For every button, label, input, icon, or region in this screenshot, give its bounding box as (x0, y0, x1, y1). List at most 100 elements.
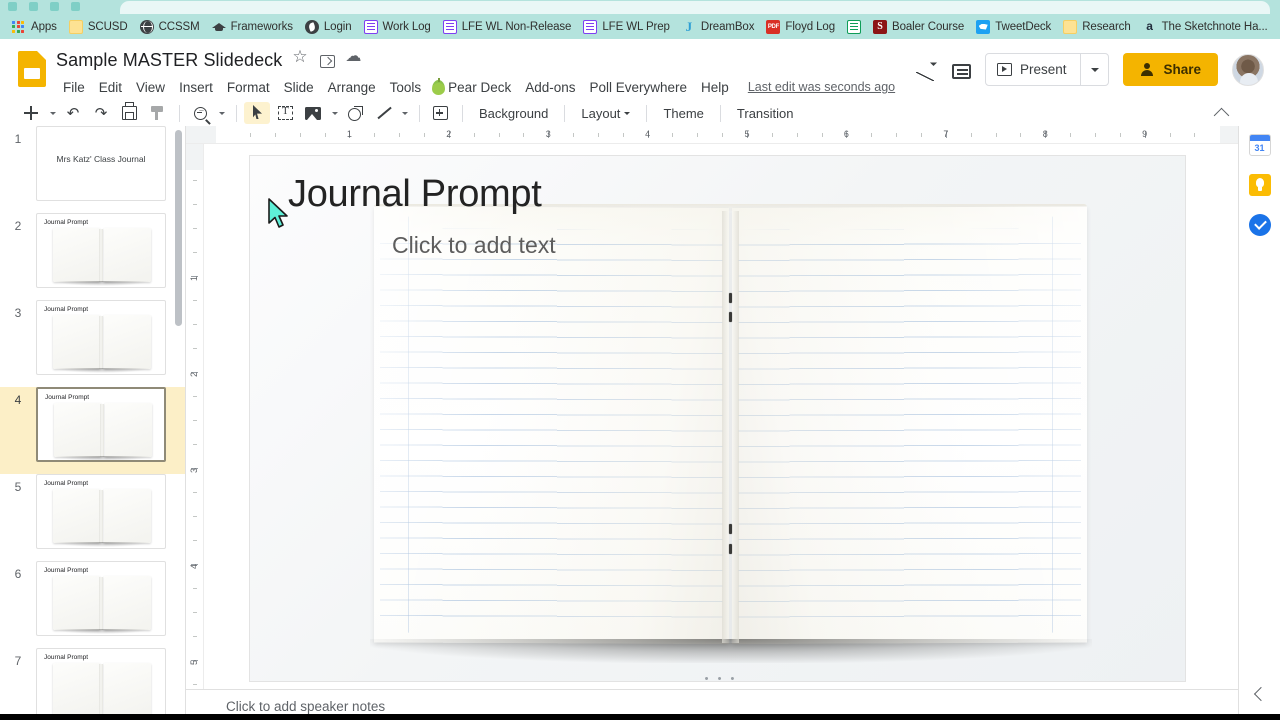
slide-body-placeholder[interactable]: Click to add text (392, 232, 556, 259)
slide-thumbnail[interactable]: Journal Prompt (36, 561, 166, 636)
browser-nav-icons (8, 2, 116, 14)
select-cursor-icon[interactable] (244, 102, 270, 124)
present-dropdown-caret-icon[interactable] (1080, 54, 1108, 85)
menu-insert[interactable]: Insert (172, 77, 220, 98)
bookmarks-overflow-icon[interactable]: » (1274, 19, 1280, 35)
menu-add-ons[interactable]: Add-ons (518, 77, 582, 98)
menu-format[interactable]: Format (220, 77, 277, 98)
menu-poll-everywhere[interactable]: Poll Everywhere (583, 77, 695, 98)
bookmark-dreambox[interactable]: J DreamBox (676, 18, 761, 36)
slide-thumbnail[interactable]: Journal Prompt (36, 213, 166, 288)
slide-title-placeholder[interactable]: Journal Prompt (288, 173, 542, 216)
bookmark-work-log[interactable]: Work Log (358, 18, 437, 36)
filmstrip-slide-1[interactable]: 1 Mrs Katz' Class Journal (0, 126, 185, 213)
menu-view[interactable]: View (129, 77, 172, 98)
last-edit-status[interactable]: Last edit was seconds ago (748, 80, 895, 94)
line-icon[interactable] (370, 102, 396, 124)
bookmark-apps[interactable]: Apps (6, 18, 63, 36)
horizontal-ruler[interactable]: 1 2 3 4 5 6 7 8 9 (186, 126, 1238, 144)
bookmark-scusd[interactable]: SCUSD (63, 18, 134, 36)
bookmark-lfe-wl-prep[interactable]: LFE WL Prep (577, 18, 676, 36)
forward-icon[interactable] (29, 2, 38, 11)
google-tasks-icon[interactable] (1248, 214, 1271, 236)
transition-button[interactable]: Transition (728, 103, 803, 124)
slide-canvas-area[interactable]: Journal Prompt Click to add text • • • (204, 144, 1238, 689)
bookmark-tweetdeck[interactable]: TweetDeck (970, 18, 1057, 36)
cloud-saved-icon[interactable] (345, 46, 363, 69)
slide-thumbnail[interactable]: Journal Prompt (36, 648, 166, 720)
filmstrip-slide-2[interactable]: 2 Journal Prompt (0, 213, 185, 300)
bookmark-lfe-wl-non-release[interactable]: LFE WL Non-Release (437, 18, 578, 36)
share-label: Share (1163, 62, 1201, 77)
filmstrip-slide-3[interactable]: 3 Journal Prompt (0, 300, 185, 387)
speaker-notes-placeholder[interactable]: Click to add speaker notes (226, 699, 385, 714)
print-icon[interactable] (116, 102, 142, 124)
menu-edit[interactable]: Edit (92, 77, 129, 98)
expand-side-panel-icon[interactable] (1249, 684, 1271, 706)
thumb-right-page (105, 403, 152, 457)
google-calendar-icon[interactable]: 31 (1248, 134, 1271, 156)
filmstrip-slide-4[interactable]: 4 Journal Prompt (0, 387, 185, 474)
slide-thumbnail[interactable]: Mrs Katz' Class Journal (36, 126, 166, 201)
new-slide-caret-icon[interactable] (46, 102, 60, 124)
present-button-main[interactable]: Present (986, 54, 1081, 85)
menu-help[interactable]: Help (694, 77, 736, 98)
sheets-icon (847, 19, 861, 34)
notes-resize-handle[interactable]: • • • (204, 673, 1238, 685)
open-lined-notebook-image[interactable] (370, 204, 1092, 663)
document-title[interactable]: Sample MASTER Slidedeck (56, 50, 282, 71)
layout-button[interactable]: Layout (572, 103, 639, 124)
bookmark-item-10[interactable] (841, 18, 867, 36)
bookmark-research[interactable]: Research (1057, 18, 1136, 36)
text-box-icon[interactable] (272, 102, 298, 124)
back-icon[interactable] (8, 2, 17, 11)
reload-icon[interactable] (50, 2, 59, 11)
zoom-icon[interactable] (187, 102, 213, 124)
slide-thumbnail[interactable]: Journal Prompt (36, 300, 166, 375)
filmstrip-slide-5[interactable]: 5 Journal Prompt (0, 474, 185, 561)
zoom-caret-icon[interactable] (215, 102, 229, 124)
filmstrip-slide-6[interactable]: 6 Journal Prompt (0, 561, 185, 648)
activity-dashboard-icon[interactable] (914, 58, 938, 82)
star-icon[interactable] (292, 47, 310, 69)
slide-filmstrip[interactable]: 1 Mrs Katz' Class Journal 2 Journal Prompt 3… (0, 126, 186, 720)
address-bar[interactable] (120, 1, 1270, 14)
bookmark-floyd-log[interactable]: PDF Floyd Log (760, 18, 841, 36)
avatar[interactable] (1232, 53, 1264, 86)
slide-thumbnail[interactable]: Journal Prompt (36, 387, 166, 462)
menu-file[interactable]: File (56, 77, 92, 98)
add-comment-icon[interactable] (427, 102, 453, 124)
comments-icon[interactable] (951, 64, 971, 79)
bookmark-login[interactable]: Login (299, 18, 358, 36)
image-caret-icon[interactable] (328, 102, 342, 124)
home-icon[interactable] (71, 2, 80, 11)
move-to-folder-icon[interactable] (320, 54, 336, 68)
menu-slide[interactable]: Slide (277, 77, 321, 98)
bookmark-boaler-course[interactable]: S Boaler Course (867, 18, 970, 36)
vertical-ruler[interactable]: 1 2 3 4 5 (186, 144, 204, 689)
theme-button[interactable]: Theme (654, 103, 712, 124)
line-caret-icon[interactable] (398, 102, 412, 124)
filmstrip-slide-7[interactable]: 7 Journal Prompt (0, 648, 185, 720)
collapse-toolbar-icon[interactable] (1208, 102, 1234, 124)
menu-pear-deck[interactable]: Pear Deck (428, 77, 518, 98)
shape-icon[interactable] (342, 102, 368, 124)
present-button[interactable]: Present (984, 53, 1110, 86)
redo-icon[interactable]: ↷ (88, 102, 114, 124)
bookmark-frameworks[interactable]: Frameworks (206, 18, 299, 36)
bookmark-the-sketchnote-ha[interactable]: a The Sketchnote Ha... (1137, 18, 1274, 36)
menu-tools[interactable]: Tools (383, 77, 429, 98)
ruler-number: 5 (189, 659, 199, 665)
background-button[interactable]: Background (470, 103, 557, 124)
slide-thumbnail[interactable]: Journal Prompt (36, 474, 166, 549)
paint-format-icon[interactable] (144, 102, 170, 124)
undo-icon[interactable]: ↶ (60, 102, 86, 124)
bookmark-ccssm[interactable]: CCSSM (134, 18, 206, 36)
share-button[interactable]: Share (1123, 53, 1218, 86)
menu-arrange[interactable]: Arrange (321, 77, 383, 98)
image-icon[interactable] (300, 102, 326, 124)
new-slide-icon[interactable] (18, 102, 44, 124)
google-keep-icon[interactable] (1248, 174, 1271, 196)
current-slide[interactable]: Journal Prompt Click to add text (249, 155, 1186, 682)
google-slides-logo-icon[interactable] (18, 51, 46, 87)
